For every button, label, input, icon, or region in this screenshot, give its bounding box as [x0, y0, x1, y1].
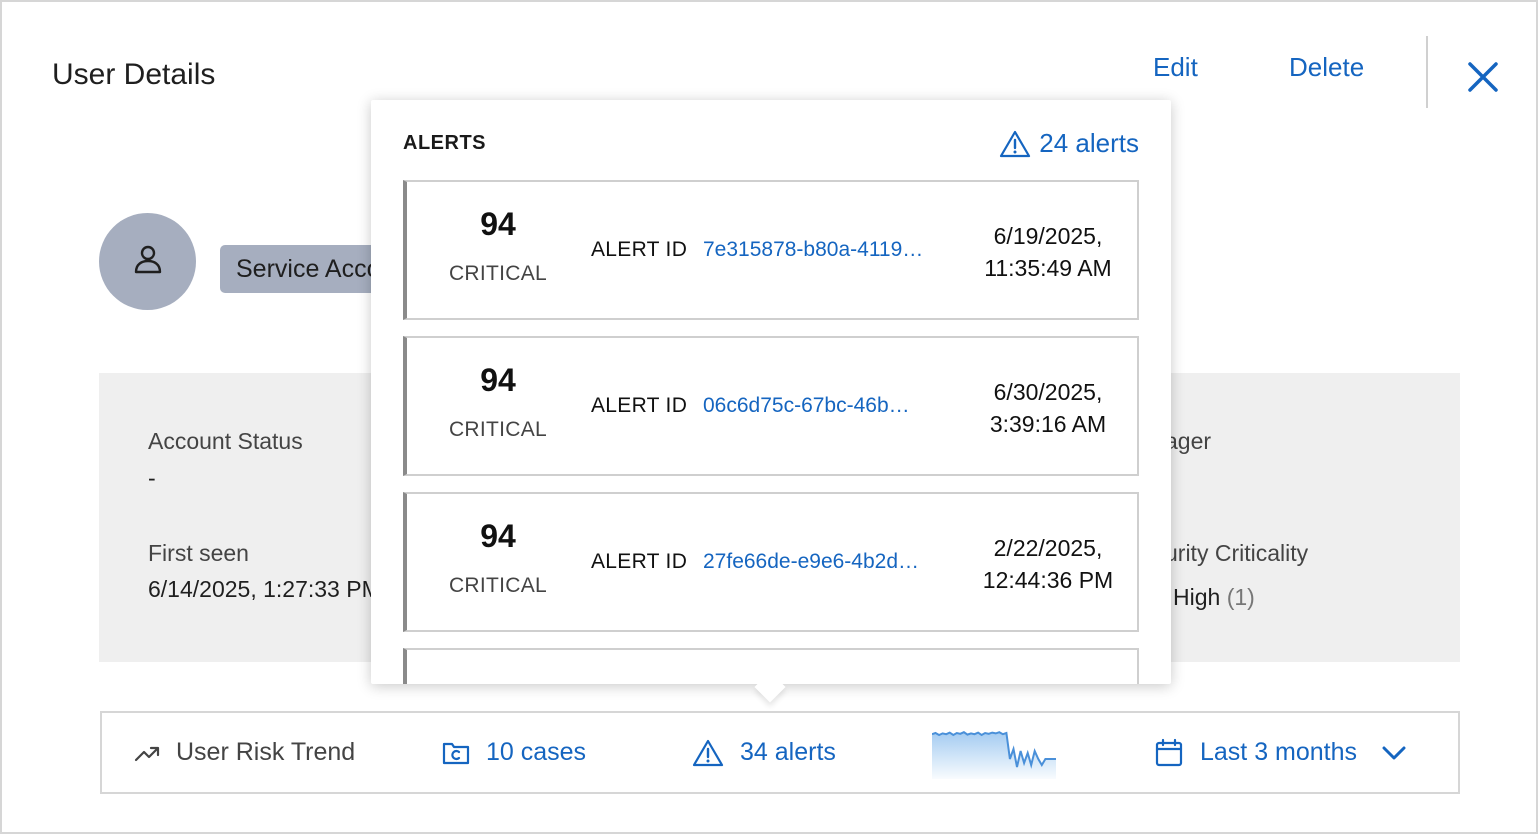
alert-time: 3:39:16 AM — [989, 411, 1107, 437]
warning-triangle-icon — [692, 738, 740, 768]
folder-icon — [442, 740, 486, 766]
alerts-popover-body: ALERTS 24 alerts 94 CRITICAL ALERT ID 7e… — [371, 100, 1171, 684]
alert-timestamp: 6/30/2025, 3:39:16 AM — [963, 376, 1133, 440]
alert-id-label: ALERT ID — [591, 394, 688, 417]
risk-trend-bar: User Risk Trend 10 cases 34 alerts Last … — [100, 711, 1460, 794]
alert-id-link[interactable]: 27fe66de-e9e6-4b2d… — [703, 550, 953, 574]
avatar — [99, 213, 196, 310]
alert-date: 6/30/2025, — [993, 379, 1103, 405]
alert-id-label: ALERT ID — [591, 550, 688, 573]
alert-severity: CRITICAL — [448, 574, 548, 597]
alert-severity: CRITICAL — [448, 418, 548, 441]
alert-score: 94 — [480, 362, 516, 398]
cases-label: 10 cases — [486, 738, 587, 766]
manager-label: ager — [1165, 428, 1212, 454]
alerts-count-link[interactable]: 24 alerts — [999, 128, 1139, 159]
criticality-level: High — [1173, 584, 1221, 610]
security-criticality-value: High (1) — [1173, 584, 1255, 611]
calendar-icon — [1154, 738, 1200, 768]
account-status-label: Account Status — [148, 428, 303, 454]
alert-id-link[interactable]: 7e315878-b80a-4119… — [703, 238, 953, 262]
alerts-count-label: 24 alerts — [1039, 128, 1139, 158]
alert-card[interactable]: 94 CRITICAL ALERT ID 7e315878-b80a-4119…… — [403, 180, 1139, 320]
account-status-value: - — [148, 465, 156, 491]
alert-card-partial[interactable] — [403, 648, 1139, 684]
criticality-count: (1) — [1226, 584, 1255, 610]
security-criticality-label: urity Criticality — [1165, 540, 1309, 566]
alert-timestamp: 2/22/2025, 12:44:36 PM — [963, 532, 1133, 596]
first-seen-label: First seen — [148, 540, 249, 566]
alerts-popover: ALERTS 24 alerts 94 CRITICAL ALERT ID 7e… — [371, 100, 1171, 703]
delete-button[interactable]: Delete — [1289, 52, 1364, 83]
header-divider — [1426, 36, 1428, 108]
alert-id-link[interactable]: 06c6d75c-67bc-46b… — [703, 394, 953, 418]
chevron-down-icon — [1381, 744, 1423, 762]
user-icon — [131, 242, 165, 281]
first-seen-value: 6/14/2025, 1:27:33 PM — [148, 576, 381, 602]
page-title: User Details — [52, 58, 216, 91]
close-icon[interactable] — [1462, 56, 1504, 98]
alerts-link[interactable]: 34 alerts — [692, 713, 836, 792]
alerts-label: 34 alerts — [740, 738, 836, 766]
alert-card[interactable]: 94 CRITICAL ALERT ID 06c6d75c-67bc-46b… … — [403, 336, 1139, 476]
user-details-panel: User Details Edit Delete Service Account… — [0, 0, 1538, 834]
alert-time: 12:44:36 PM — [982, 567, 1114, 593]
alerts-popover-title: ALERTS — [403, 132, 486, 154]
warning-triangle-icon — [999, 129, 1039, 159]
alert-id-label: ALERT ID — [591, 238, 688, 261]
alert-score: 94 — [480, 518, 516, 554]
alert-card[interactable]: 94 CRITICAL ALERT ID 27fe66de-e9e6-4b2d…… — [403, 492, 1139, 632]
alert-time: 11:35:49 AM — [984, 255, 1112, 281]
alert-score: 94 — [480, 206, 516, 242]
date-range-label: Last 3 months — [1200, 738, 1358, 766]
user-risk-trend-label: User Risk Trend — [176, 738, 356, 766]
alert-date: 2/22/2025, — [993, 535, 1103, 561]
user-risk-trend: User Risk Trend — [134, 713, 355, 792]
edit-button[interactable]: Edit — [1153, 52, 1198, 83]
cases-link[interactable]: 10 cases — [442, 713, 586, 792]
alert-timestamp: 6/19/2025, 11:35:49 AM — [963, 220, 1133, 284]
alert-date: 6/19/2025, — [993, 223, 1103, 249]
alert-severity: CRITICAL — [448, 262, 548, 285]
risk-sparkline — [932, 731, 1056, 779]
date-range-select[interactable]: Last 3 months — [1154, 713, 1423, 792]
trend-up-icon — [134, 740, 176, 766]
